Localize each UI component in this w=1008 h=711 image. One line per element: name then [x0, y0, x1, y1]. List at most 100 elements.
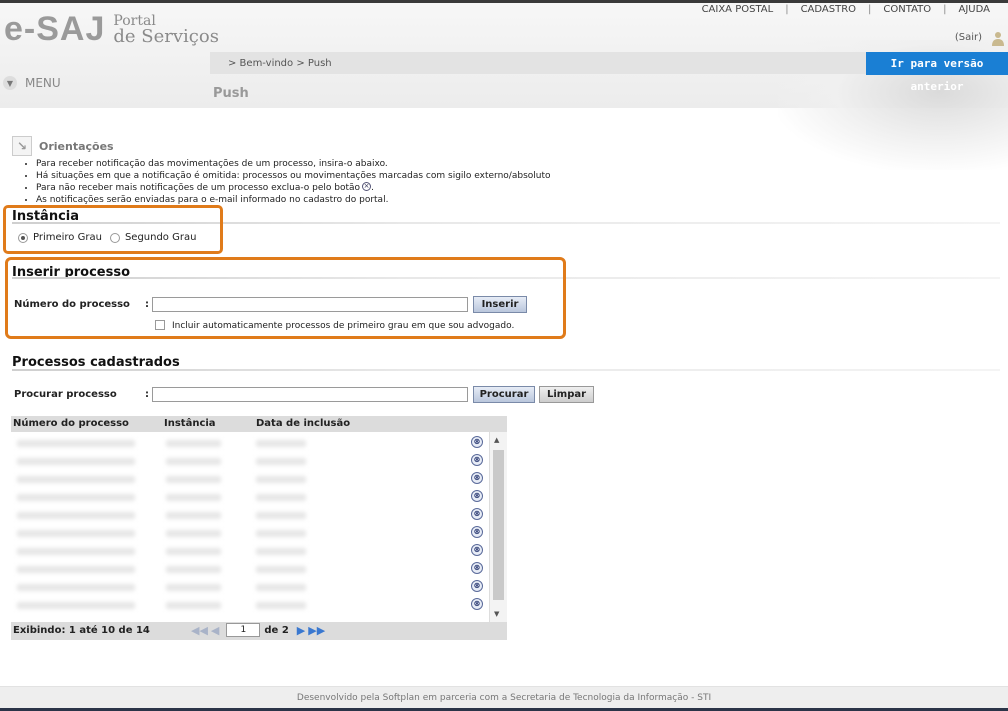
table-cell — [256, 440, 306, 447]
auto-include-label: Incluir automaticamente processos de pri… — [172, 321, 515, 331]
colon: : — [145, 389, 149, 400]
user-icon — [990, 30, 1006, 46]
link-contato[interactable]: CONTATO — [871, 4, 943, 15]
top-links: CAIXA POSTAL | CADASTRO | CONTATO | AJUD… — [690, 4, 1002, 15]
pagination-status: Exibindo: 1 até 10 de 14 — [13, 625, 150, 636]
table-cell — [166, 584, 221, 591]
delete-process-icon[interactable]: ⊗ — [471, 454, 483, 466]
table-cell — [256, 458, 306, 465]
table-scrollbar[interactable]: ▲ ▼ — [489, 432, 507, 622]
table-row[interactable] — [17, 494, 135, 501]
clear-button[interactable]: Limpar — [539, 386, 594, 403]
old-version-button[interactable]: Ir para versão anterior — [866, 52, 1008, 93]
processes-table: Número do processo Instância Data de inc… — [11, 416, 507, 640]
table-cell — [166, 494, 221, 501]
page-total: de 2 — [264, 624, 289, 636]
table-cell — [166, 566, 221, 573]
chevron-down-icon: ▼ — [3, 76, 17, 90]
delete-process-icon[interactable]: ⊗ — [471, 436, 483, 448]
arrow-down-right-icon: ↘ — [12, 136, 32, 156]
table-cell — [256, 602, 306, 609]
menu-toggle[interactable]: ▼ MENU — [3, 76, 61, 90]
table-cell — [166, 458, 221, 465]
scroll-thumb[interactable] — [493, 450, 504, 600]
delete-process-icon[interactable]: ⊗ — [471, 472, 483, 484]
delete-process-icon[interactable]: ⊗ — [471, 526, 483, 538]
table-cell — [256, 512, 306, 519]
logo[interactable]: e-SAJ Portal de Serviços — [4, 12, 219, 46]
table-cell — [256, 566, 306, 573]
pagination: ◀◀ ◀ 1 de 2 ▶ ▶▶ — [191, 623, 328, 637]
table-cell — [256, 584, 306, 591]
right-arrow-icon[interactable]: ▶ — [297, 624, 305, 637]
delete-process-icon[interactable]: ⊗ — [471, 562, 483, 574]
page-number-input[interactable]: 1 — [226, 623, 261, 637]
left-arrow-icon: ◀ — [210, 623, 220, 637]
link-caixa-postal[interactable]: CAIXA POSTAL — [690, 4, 786, 15]
link-cadastro[interactable]: CADASTRO — [789, 4, 868, 15]
table-row[interactable] — [17, 602, 135, 609]
table-row[interactable] — [17, 584, 135, 591]
orientations: ↘ Orientações Para receber notificação d… — [12, 136, 551, 206]
table-row[interactable] — [17, 566, 135, 573]
delete-process-icon[interactable]: ⊗ — [471, 508, 483, 520]
table-cell — [166, 512, 221, 519]
menu-label: MENU — [25, 76, 61, 90]
table-row[interactable] — [17, 548, 135, 555]
process-number-label: Número do processo — [14, 299, 130, 310]
logout-link[interactable]: (Sair) — [955, 32, 982, 43]
section-divider — [12, 369, 1000, 371]
orientation-item: Para receber notificação das movimentaçõ… — [36, 158, 551, 170]
orientations-list: Para receber notificação das movimentaçõ… — [36, 158, 551, 206]
orientation-text: Para não receber mais notificações de um… — [36, 183, 361, 193]
delete-icon: × — [362, 182, 372, 191]
table-row[interactable] — [17, 512, 135, 519]
page-title: Push — [213, 86, 249, 101]
registered-title: Processos cadastrados — [12, 355, 180, 370]
process-number-input[interactable] — [152, 297, 468, 312]
scroll-down-icon[interactable]: ▼ — [494, 610, 499, 618]
table-cell — [166, 440, 221, 447]
orientation-item: Para não receber mais notificações de um… — [36, 182, 551, 194]
link-ajuda[interactable]: AJUDA — [947, 4, 1002, 15]
insert-button[interactable]: Inserir — [473, 296, 527, 313]
delete-process-icon[interactable]: ⊗ — [471, 598, 483, 610]
column-header-inclusion-date[interactable]: Data de inclusão — [256, 418, 350, 429]
delete-column: ⊗ ⊗ ⊗ ⊗ ⊗ ⊗ ⊗ ⊗ ⊗ ⊗ — [467, 432, 489, 622]
table-row[interactable] — [17, 476, 135, 483]
radio-label-segundo-grau: Segundo Grau — [124, 232, 197, 243]
search-process-input[interactable] — [152, 387, 468, 402]
logo-main-text: e-SAJ — [4, 10, 106, 48]
table-footer: Exibindo: 1 até 10 de 14 ◀◀ ◀ 1 de 2 ▶ ▶… — [11, 622, 507, 640]
delete-process-icon[interactable]: ⊗ — [471, 490, 483, 502]
table-row[interactable] — [17, 458, 135, 465]
table-cell — [166, 530, 221, 537]
table-cell — [166, 548, 221, 555]
orientation-item: Há situações em que a notificação é omit… — [36, 170, 551, 182]
radio-label-primeiro-grau: Primeiro Grau — [33, 232, 102, 243]
search-process-label: Procurar processo — [14, 389, 117, 400]
table-row[interactable] — [17, 530, 135, 537]
table-body — [11, 432, 467, 622]
breadcrumb[interactable]: > Bem-vindo > Push — [228, 58, 332, 69]
table-row[interactable] — [17, 440, 135, 447]
table-cell — [256, 530, 306, 537]
column-header-instance[interactable]: Instância — [164, 418, 216, 429]
delete-process-icon[interactable]: ⊗ — [471, 544, 483, 556]
table-cell — [166, 476, 221, 483]
column-header-process-number[interactable]: Número do processo — [13, 418, 129, 429]
auto-include-checkbox[interactable] — [155, 320, 165, 330]
table-cell — [256, 476, 306, 483]
table-cell — [256, 494, 306, 501]
logo-sub-line2: de Serviços — [113, 26, 219, 47]
delete-process-icon[interactable]: ⊗ — [471, 580, 483, 592]
double-right-arrow-icon[interactable]: ▶▶ — [308, 624, 325, 637]
scroll-up-icon[interactable]: ▲ — [494, 436, 499, 444]
logo-subtitle: Portal de Serviços — [113, 14, 219, 47]
radio-primeiro-grau[interactable] — [18, 232, 28, 243]
table-header: Número do processo Instância Data de inc… — [11, 416, 507, 432]
instance-radio-group: Primeiro Grau Segundo Grau — [18, 232, 196, 243]
radio-segundo-grau[interactable] — [109, 232, 120, 243]
colon: : — [145, 299, 149, 310]
search-button[interactable]: Procurar — [473, 386, 535, 403]
